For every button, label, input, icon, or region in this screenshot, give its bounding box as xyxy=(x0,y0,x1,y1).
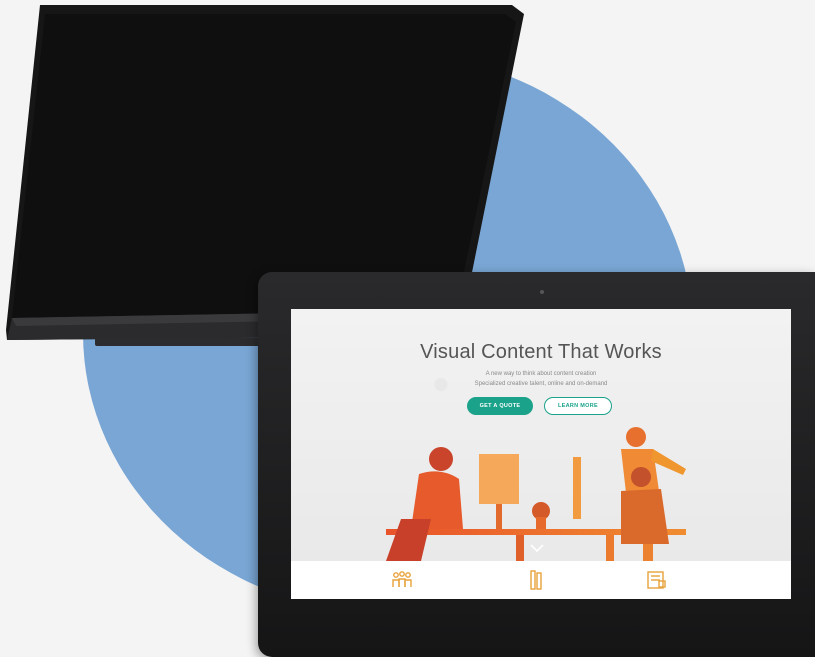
front-tablet: Visual Content That Works A new way to t… xyxy=(258,272,815,657)
tablet-screen: Visual Content That Works A new way to t… xyxy=(291,309,791,599)
footer-bar xyxy=(291,561,791,599)
pencils-icon[interactable] xyxy=(525,569,547,591)
people-icon[interactable] xyxy=(391,569,413,591)
hero-section: Visual Content That Works A new way to t… xyxy=(291,309,791,561)
hero-subtitle-2: Specialized creative talent, online and … xyxy=(474,381,608,387)
hero-subtitle-1: A new way to think about content creatio… xyxy=(485,371,597,377)
camera-icon xyxy=(540,290,544,294)
product-scene: Visual Content That Works A new way to t… xyxy=(0,0,815,657)
get-quote-button[interactable]: GET A QUOTE xyxy=(467,397,533,415)
learn-more-button[interactable]: LEARN MORE xyxy=(544,397,612,415)
hero-title: Visual Content That Works xyxy=(420,341,662,363)
document-icon[interactable] xyxy=(645,569,667,591)
team-illustration xyxy=(386,427,686,561)
